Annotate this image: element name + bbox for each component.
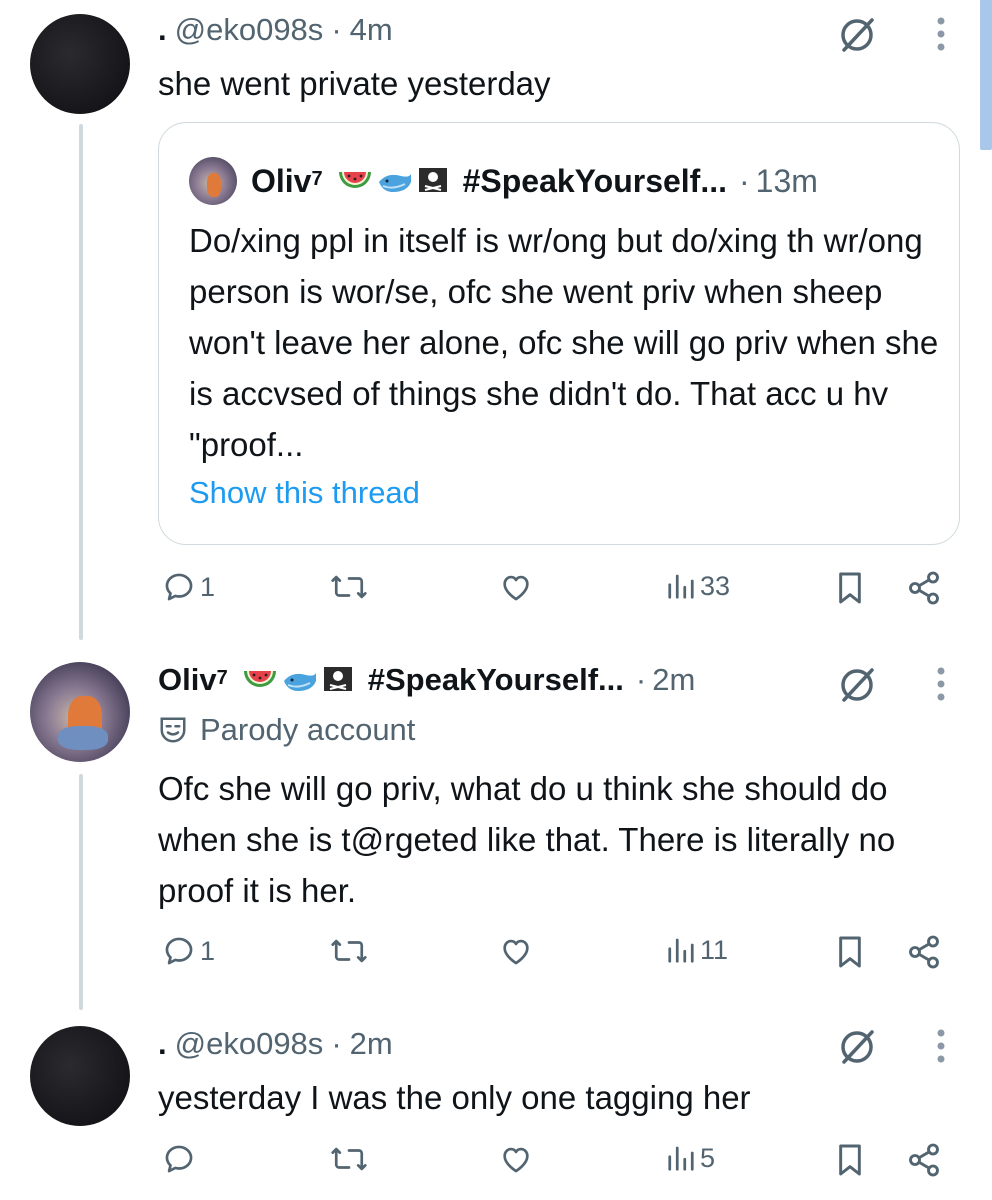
grok-icon[interactable] xyxy=(834,662,880,708)
reply-icon xyxy=(165,573,193,601)
views-button[interactable]: 33 xyxy=(666,570,730,602)
whale-emoji xyxy=(282,665,318,695)
watermelon-emoji xyxy=(242,665,278,695)
retweet-icon xyxy=(331,575,367,599)
reply-button[interactable]: 1 xyxy=(162,570,215,604)
reply-button[interactable] xyxy=(162,1142,196,1176)
tweet-text: yesterday I was the only one tagging her xyxy=(158,1079,751,1116)
whale-emoji xyxy=(377,166,413,196)
quoted-tweet[interactable]: Oliv 7 #SpeakYourself... · 13m Do/xing pp… xyxy=(158,122,960,545)
quote-display-name: Oliv xyxy=(251,162,312,199)
separator: · xyxy=(635,662,647,697)
tweet-actions: 1 11 xyxy=(158,934,958,984)
like-button[interactable] xyxy=(498,934,534,968)
retweet-button[interactable] xyxy=(330,1142,368,1176)
thread-line xyxy=(79,774,83,1010)
pirate-flag-emoji xyxy=(322,665,358,695)
more-icon[interactable] xyxy=(926,1026,956,1066)
share-icon xyxy=(909,1143,939,1177)
display-name[interactable]: . xyxy=(158,12,167,48)
share-button[interactable] xyxy=(906,1142,942,1178)
bookmark-button[interactable] xyxy=(834,934,866,970)
tweet-actions: 1 33 xyxy=(158,570,958,620)
timestamp[interactable]: 4m xyxy=(350,12,393,48)
reply-count: 1 xyxy=(200,935,216,966)
pirate-flag-emoji xyxy=(417,166,453,196)
like-button[interactable] xyxy=(498,570,534,604)
tweet-actions: 5 xyxy=(158,1142,958,1192)
parody-label: Parody account xyxy=(158,712,415,748)
separator: · xyxy=(739,162,750,199)
share-button[interactable] xyxy=(906,934,942,970)
share-icon xyxy=(909,571,939,605)
retweet-button[interactable] xyxy=(330,934,368,968)
hashtag[interactable]: #SpeakYourself... xyxy=(368,662,624,698)
quote-name-superscript: 7 xyxy=(311,167,323,190)
avatar[interactable] xyxy=(30,1026,130,1126)
tweet-header: . @eko098s · 2m xyxy=(158,1026,393,1062)
like-icon xyxy=(503,1147,529,1173)
bookmark-icon xyxy=(839,1144,861,1176)
quote-header: Oliv 7 #SpeakYourself... · 13m xyxy=(189,157,818,205)
retweet-button[interactable] xyxy=(330,570,368,604)
views-button[interactable]: 5 xyxy=(666,1142,715,1174)
quote-text: Do/xing ppl in itself is wr/ong but do/x… xyxy=(189,222,948,463)
thread-line xyxy=(79,124,83,640)
share-button[interactable] xyxy=(906,570,942,606)
handle[interactable]: @eko098s xyxy=(175,1026,324,1062)
grok-icon[interactable] xyxy=(834,12,880,58)
views-icon xyxy=(668,938,694,963)
bookmark-button[interactable] xyxy=(834,1142,866,1178)
like-icon xyxy=(503,575,529,601)
quote-hashtag[interactable]: #SpeakYourself... xyxy=(463,163,727,200)
separator: · xyxy=(331,1026,342,1061)
views-icon xyxy=(668,574,694,599)
views-icon xyxy=(668,1146,694,1171)
view-count: 5 xyxy=(700,1142,716,1173)
quote-avatar xyxy=(189,157,237,205)
timestamp[interactable]: 2m xyxy=(652,662,695,698)
watermelon-emoji xyxy=(337,166,373,196)
parody-label-text: Parody account xyxy=(200,712,416,747)
like-button[interactable] xyxy=(498,1142,534,1176)
bookmark-icon xyxy=(839,572,861,604)
share-icon xyxy=(909,935,939,969)
bookmark-button[interactable] xyxy=(834,570,866,606)
handle[interactable]: @eko098s xyxy=(175,12,324,48)
views-button[interactable]: 11 xyxy=(666,934,728,966)
like-icon xyxy=(503,939,529,965)
view-count: 11 xyxy=(700,934,729,965)
reply-count: 1 xyxy=(200,571,216,602)
reply-button[interactable]: 1 xyxy=(162,934,215,968)
separator: · xyxy=(331,12,342,47)
more-icon[interactable] xyxy=(926,664,956,704)
grok-icon[interactable] xyxy=(834,1024,880,1070)
display-name[interactable]: . xyxy=(158,1026,167,1062)
more-icon[interactable] xyxy=(926,14,956,54)
avatar[interactable] xyxy=(30,14,130,114)
tweet-header: Oliv 7 #SpeakYourself... · 2m xyxy=(158,662,695,698)
display-name[interactable]: Oliv xyxy=(158,662,217,698)
show-thread-link[interactable]: Show this thread xyxy=(189,475,420,511)
quote-timestamp: 13m xyxy=(755,162,818,199)
reply-icon xyxy=(165,1145,193,1173)
bookmark-icon xyxy=(839,936,861,968)
tweet-text: she went private yesterday xyxy=(158,65,551,102)
tweet-2[interactable]: Oliv 7 #SpeakYourself... · 2m Parody acco… xyxy=(0,650,992,1010)
tweet-1[interactable]: . @eko098s · 4m she went private yesterd… xyxy=(0,0,992,640)
avatar[interactable] xyxy=(30,662,130,762)
tweet-text: Ofc she will go priv, what do u think sh… xyxy=(158,770,905,909)
tweet-header: . @eko098s · 4m xyxy=(158,12,393,48)
timestamp[interactable]: 2m xyxy=(350,1026,393,1062)
retweet-icon xyxy=(331,939,367,963)
tweet-3[interactable]: . @eko098s · 2m yesterday I was the only… xyxy=(0,1012,992,1200)
reply-icon xyxy=(165,937,193,965)
view-count: 33 xyxy=(700,570,731,601)
retweet-icon xyxy=(331,1147,367,1171)
name-superscript: 7 xyxy=(216,666,228,689)
parody-mask-icon xyxy=(160,717,186,743)
